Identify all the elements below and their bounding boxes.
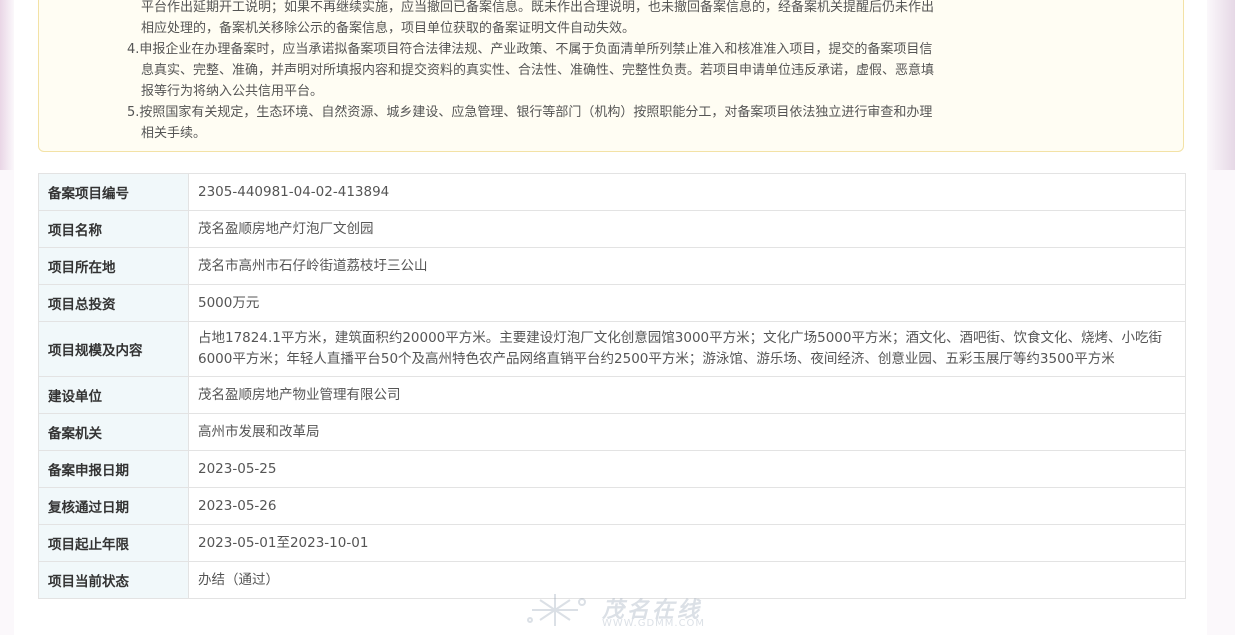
- notice-item-5: 5.按照国家有关规定，生态环境、自然资源、城乡建设、应急管理、银行等部门（机构）…: [127, 105, 933, 120]
- table-row: 备案申报日期 2023-05-25: [38, 450, 1186, 488]
- row-label-builder: 建设单位: [38, 376, 189, 414]
- row-label-filing-date: 备案申报日期: [38, 450, 189, 488]
- notice-line: 息真实、完整、准确，并声明对所填报内容和提交资料的真实性、合法性、准确性、完整性…: [141, 63, 935, 78]
- table-row: 项目名称 茂名盈顺房地产灯泡厂文创园: [38, 210, 1186, 248]
- row-label-period: 项目起止年限: [38, 524, 189, 562]
- row-value-filing-authority: 高州市发展和改革局: [188, 413, 1186, 451]
- row-label-filing-authority: 备案机关: [38, 413, 189, 451]
- notice-item-4: 4.申报企业在办理备案时，应当承诺拟备案项目符合法律法规、产业政策、不属于负面清…: [127, 42, 933, 57]
- row-value-builder: 茂名盈顺房地产物业管理有限公司: [188, 376, 1186, 414]
- page-content: 平台作出延期开工说明；如果不再继续实施，应当撤回已备案信息。既未作出合理说明，也…: [14, 0, 1207, 635]
- row-label-status: 项目当前状态: [38, 561, 189, 599]
- right-background-gradient: [1207, 0, 1235, 170]
- starburst-icon: [527, 594, 586, 626]
- table-row: 备案项目编号 2305-440981-04-02-413894: [38, 173, 1186, 211]
- row-value-period: 2023-05-01至2023-10-01: [188, 524, 1186, 562]
- row-label-total-investment: 项目总投资: [38, 284, 189, 322]
- watermark-logo: 茂名在线 WWW.GDMM.COM: [520, 590, 720, 632]
- row-value-project-code: 2305-440981-04-02-413894: [188, 173, 1186, 211]
- watermark-url: WWW.GDMM.COM: [602, 618, 706, 629]
- row-value-location: 茂名市高州市石仔岭街道荔枝圩三公山: [188, 247, 1186, 285]
- row-value-scale-content: 占地17824.1平方米，建筑面积约20000平方米。主要建设灯泡厂文化创意园馆…: [188, 321, 1186, 377]
- notice-line: 相关手续。: [141, 126, 207, 141]
- table-row: 建设单位 茂名盈顺房地产物业管理有限公司: [38, 376, 1186, 414]
- table-row: 项目总投资 5000万元: [38, 284, 1186, 322]
- table-row: 项目起止年限 2023-05-01至2023-10-01: [38, 524, 1186, 562]
- row-value-review-date: 2023-05-26: [188, 487, 1186, 525]
- row-label-scale-content: 项目规模及内容: [38, 321, 189, 377]
- table-row: 项目规模及内容 占地17824.1平方米，建筑面积约20000平方米。主要建设灯…: [38, 321, 1186, 377]
- notice-line: 报等行为将纳入公共信用平台。: [141, 84, 324, 99]
- row-value-total-investment: 5000万元: [188, 284, 1186, 322]
- notice-box: 平台作出延期开工说明；如果不再继续实施，应当撤回已备案信息。既未作出合理说明，也…: [38, 0, 1184, 152]
- row-value-filing-date: 2023-05-25: [188, 450, 1186, 488]
- left-background-gradient: [0, 0, 14, 170]
- row-value-project-name: 茂名盈顺房地产灯泡厂文创园: [188, 210, 1186, 248]
- row-label-location: 项目所在地: [38, 247, 189, 285]
- table-row: 项目所在地 茂名市高州市石仔岭街道荔枝圩三公山: [38, 247, 1186, 285]
- row-label-project-code: 备案项目编号: [38, 173, 189, 211]
- table-row: 复核通过日期 2023-05-26: [38, 487, 1186, 525]
- project-info-table: 备案项目编号 2305-440981-04-02-413894 项目名称 茂名盈…: [38, 173, 1186, 599]
- table-row: 备案机关 高州市发展和改革局: [38, 413, 1186, 451]
- row-label-review-date: 复核通过日期: [38, 487, 189, 525]
- row-label-project-name: 项目名称: [38, 210, 189, 248]
- notice-line: 平台作出延期开工说明；如果不再继续实施，应当撤回已备案信息。既未作出合理说明，也…: [141, 0, 935, 15]
- notice-line: 相应处理的，备案机关移除公示的备案信息，项目单位获取的备案证明文件自动失效。: [141, 21, 636, 36]
